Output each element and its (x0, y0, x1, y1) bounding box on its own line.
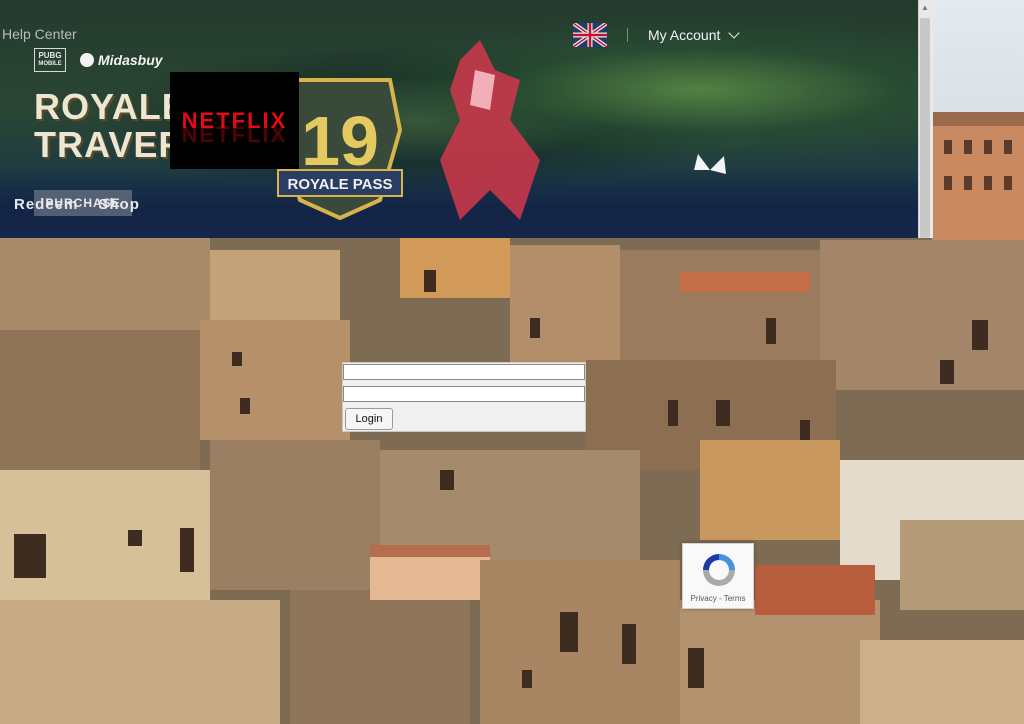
help-center-link[interactable]: Help Center (2, 26, 77, 42)
chevron-down-icon (728, 27, 741, 39)
recaptcha-badge[interactable]: Privacy - Terms (682, 543, 754, 609)
my-account-label: My Account (648, 27, 721, 43)
my-account-menu[interactable]: My Account (648, 27, 741, 43)
midasbuy-icon (80, 53, 94, 67)
nav-item-redeem[interactable]: Redeem (14, 196, 78, 213)
password-input[interactable] (343, 386, 585, 402)
netflix-logo: NETFLIX (170, 72, 299, 169)
season-label: ROYALE PASS (287, 176, 392, 193)
season-number: 19 (301, 102, 379, 180)
terms-link[interactable]: Terms (724, 594, 746, 603)
butterfly-icon (694, 154, 726, 174)
link-separator: - (716, 594, 724, 603)
login-form: Login (342, 362, 586, 432)
scroll-up-arrow-icon[interactable]: ▲ (918, 0, 932, 16)
midasbuy-label: Midasbuy (98, 52, 163, 68)
nav-item-shop[interactable]: Shop (98, 196, 140, 213)
pubg-mobile-logo: PUBG MOBILE (34, 48, 66, 72)
header-divider (627, 28, 628, 42)
brand-logos: PUBG MOBILE Midasbuy (34, 48, 163, 72)
pubg-logo-line2: MOBILE (38, 61, 62, 67)
privacy-link[interactable]: Privacy (691, 594, 717, 603)
recaptcha-icon (703, 554, 735, 586)
recaptcha-links: Privacy - Terms (683, 594, 753, 603)
scrollbar-thumb[interactable] (920, 18, 930, 238)
main-nav: Redeem Shop (14, 196, 140, 213)
flag-icon[interactable] (573, 23, 607, 47)
character-art-icon (440, 40, 540, 220)
promo-banner: Help Center PUBG MOBILE Midasbuy ROYALE … (0, 0, 918, 238)
username-input[interactable] (343, 364, 585, 380)
netflix-wordmark: NETFLIX (181, 107, 288, 133)
pubg-logo-line1: PUBG (38, 51, 62, 60)
midasbuy-logo[interactable]: Midasbuy (80, 52, 163, 68)
login-button[interactable]: Login (345, 408, 393, 430)
